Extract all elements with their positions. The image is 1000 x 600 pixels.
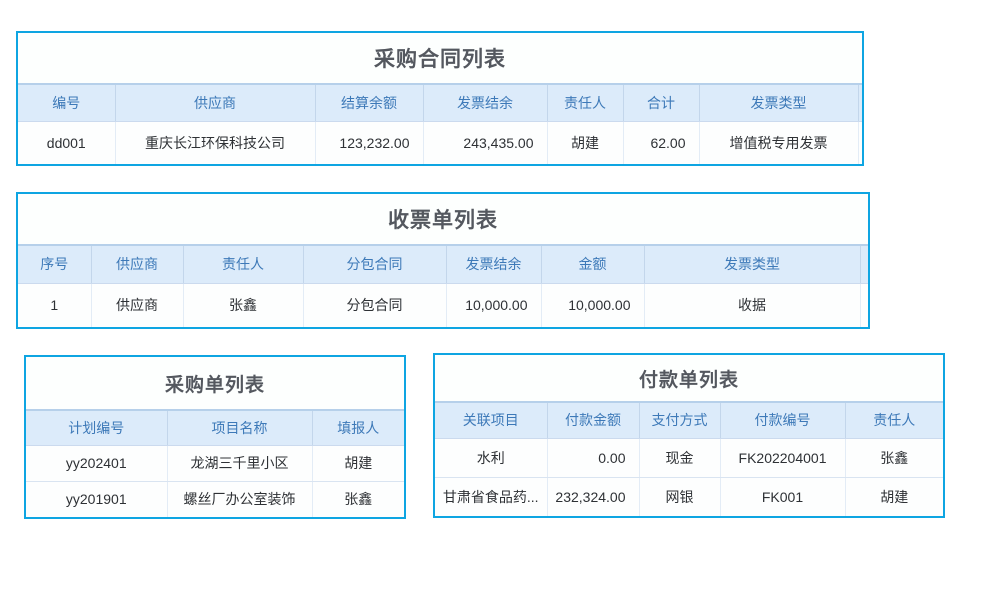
cell-payment-method: 网银 [639,477,720,516]
cell-supplier: 重庆长江环保科技公司 [115,121,315,164]
cell-filler: 张鑫 [312,481,404,517]
header-invoice-balance: 发票结余 [423,85,547,121]
cell-filler: 胡建 [312,445,404,481]
scrollbar-gutter [858,85,862,121]
cell-invoice-type: 收据 [644,283,860,327]
header-subcontract: 分包合同 [303,246,446,283]
table-row[interactable]: 1 供应商 张鑫 分包合同 10,000.00 10,000.00 收据 [18,283,868,327]
payment-order-list-title: 付款单列表 [435,355,943,403]
scrollbar-gutter [860,283,868,327]
receipt-list-panel: 收票单列表 序号 供应商 责任人 分包合同 发票结余 金额 发票类型 1 供应商… [16,192,870,329]
table-row[interactable]: yy201901 螺丝厂办公室装饰 张鑫 [26,481,404,517]
header-payment-method: 支付方式 [639,403,720,438]
header-settlement-balance: 结算余额 [315,85,423,121]
cell-amount: 10,000.00 [541,283,644,327]
header-invoice-type: 发票类型 [644,246,860,283]
cell-related-project: 水利 [435,438,547,477]
header-responsible-person: 责任人 [845,403,943,438]
purchase-order-list-panel: 采购单列表 计划编号 项目名称 填报人 yy202401 龙湖三千里小区 胡建 … [24,355,406,519]
header-code: 编号 [18,85,115,121]
cell-total: 62.00 [623,121,699,164]
cell-payment-code: FK001 [720,477,845,516]
cell-invoice-balance: 10,000.00 [446,283,541,327]
purchase-order-header-row: 计划编号 项目名称 填报人 [26,411,404,445]
header-filler: 填报人 [312,411,404,445]
header-responsible-person: 责任人 [547,85,623,121]
cell-invoice-balance: 243,435.00 [423,121,547,164]
header-supplier: 供应商 [115,85,315,121]
cell-payment-code: FK202204001 [720,438,845,477]
scrollbar-gutter [860,246,868,283]
header-payment-code: 付款编号 [720,403,845,438]
cell-project-name: 龙湖三千里小区 [167,445,312,481]
purchase-contract-list-panel: 采购合同列表 编号 供应商 结算余额 发票结余 责任人 合计 发票类型 dd00… [16,31,864,166]
cell-settlement-balance: 123,232.00 [315,121,423,164]
payment-header-row: 关联项目 付款金额 支付方式 付款编号 责任人 [435,403,943,438]
receipt-header-row: 序号 供应商 责任人 分包合同 发票结余 金额 发票类型 [18,246,868,283]
cell-code: dd001 [18,121,115,164]
header-related-project: 关联项目 [435,403,547,438]
cell-seq-no: 1 [18,283,91,327]
cell-payment-method: 现金 [639,438,720,477]
purchase-contract-table: 编号 供应商 结算余额 发票结余 责任人 合计 发票类型 dd001 重庆长江环… [18,85,862,164]
receipt-list-title: 收票单列表 [18,194,868,246]
cell-plan-code: yy201901 [26,481,167,517]
cell-responsible-person: 胡建 [547,121,623,164]
cell-subcontract: 分包合同 [303,283,446,327]
header-seq-no: 序号 [18,246,91,283]
header-plan-code: 计划编号 [26,411,167,445]
cell-related-project: 甘肃省食品药... [435,477,547,516]
cell-responsible-person: 张鑫 [845,438,943,477]
cell-responsible-person: 张鑫 [183,283,303,327]
header-invoice-balance: 发票结余 [446,246,541,283]
table-row[interactable]: dd001 重庆长江环保科技公司 123,232.00 243,435.00 胡… [18,121,862,164]
receipt-table: 序号 供应商 责任人 分包合同 发票结余 金额 发票类型 1 供应商 张鑫 分包… [18,246,868,327]
table-row[interactable]: 水利 0.00 现金 FK202204001 张鑫 [435,438,943,477]
cell-project-name: 螺丝厂办公室装饰 [167,481,312,517]
purchase-order-table: 计划编号 项目名称 填报人 yy202401 龙湖三千里小区 胡建 yy2019… [26,411,404,517]
header-payment-amount: 付款金额 [547,403,639,438]
header-amount: 金额 [541,246,644,283]
table-row[interactable]: yy202401 龙湖三千里小区 胡建 [26,445,404,481]
payment-order-table: 关联项目 付款金额 支付方式 付款编号 责任人 水利 0.00 现金 FK202… [435,403,943,516]
payment-order-list-panel: 付款单列表 关联项目 付款金额 支付方式 付款编号 责任人 水利 0.00 现金… [433,353,945,518]
cell-responsible-person: 胡建 [845,477,943,516]
table-row[interactable]: 甘肃省食品药... 232,324.00 网银 FK001 胡建 [435,477,943,516]
cell-payment-amount: 0.00 [547,438,639,477]
header-responsible-person: 责任人 [183,246,303,283]
cell-supplier: 供应商 [91,283,183,327]
cell-plan-code: yy202401 [26,445,167,481]
cell-payment-amount: 232,324.00 [547,477,639,516]
header-project-name: 项目名称 [167,411,312,445]
header-supplier: 供应商 [91,246,183,283]
scrollbar-gutter [858,121,862,164]
cell-invoice-type: 增值税专用发票 [699,121,858,164]
purchase-contract-list-title: 采购合同列表 [18,33,862,85]
header-invoice-type: 发票类型 [699,85,858,121]
purchase-order-list-title: 采购单列表 [26,357,404,411]
header-total: 合计 [623,85,699,121]
purchase-contract-header-row: 编号 供应商 结算余额 发票结余 责任人 合计 发票类型 [18,85,862,121]
